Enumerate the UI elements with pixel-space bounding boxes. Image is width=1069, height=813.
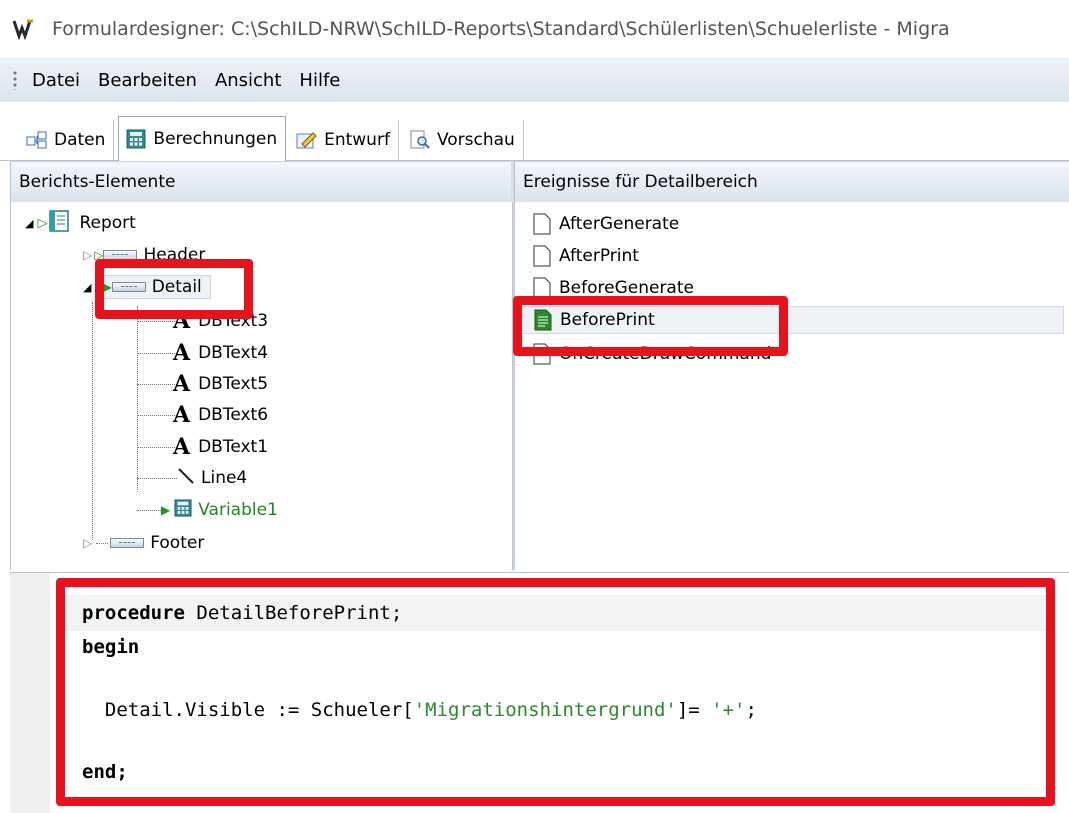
highlight-beforeprint [513,296,788,356]
design-pencil-icon [296,130,318,150]
events-list: AfterGenerate AfterPrint BeforeGenerate … [514,202,1069,570]
tree-guide-line [137,447,177,448]
tab-vorschau-label: Vorschau [436,130,515,150]
tree-guide-line [137,478,177,479]
menu-grip-icon[interactable] [12,70,18,90]
calculator-icon [174,498,192,522]
dbtext-icon: A [173,371,191,397]
report-icon [49,209,70,237]
event-label: BeforeGenerate [559,278,694,298]
tree-node-report[interactable]: ◢ ▷ Report [25,208,136,238]
expand-arrow-icon[interactable]: ◢ [83,281,91,294]
event-label: AfterPrint [559,246,639,266]
tree-guide-line [137,415,177,416]
collapsed-arrow-icon[interactable]: ▷ [83,248,92,262]
editor-gutter [10,573,50,813]
highlight-code [56,578,1055,806]
event-afterprint[interactable]: AfterPrint [533,242,639,270]
menu-datei[interactable]: Datei [26,66,86,95]
tree-node-label: Footer [150,533,205,553]
tree-guide-line [92,302,93,540]
tree-node-dbtext1[interactable]: A DBText1 [173,432,268,462]
left-pane-header: Berichts-Elemente [10,161,513,203]
dbtext-icon: A [173,402,191,428]
window-title: Formulardesigner: C:\SchILD-NRW\SchILD-R… [52,18,950,40]
collapsed-arrow-icon[interactable]: ▷ [83,536,92,550]
app-logo-icon[interactable] [10,15,38,43]
tree-node-line4[interactable]: Line4 [177,463,247,493]
band-icon [110,538,145,548]
tree-node-label: Report [79,213,136,233]
data-tables-icon [26,130,48,150]
tab-entwurf-label: Entwurf [324,130,390,150]
code-arrow-icon: ▶ [161,503,171,517]
menu-ansicht[interactable]: Ansicht [209,66,287,95]
line-icon [177,467,195,490]
tree-node-label: DBText5 [198,374,269,394]
tree-node-label: DBText1 [198,437,269,457]
tree-guide-line [96,542,109,544]
right-pane-header: Ereignisse für Detailbereich [514,161,1069,203]
left-pane-title: Berichts-Elemente [19,172,176,192]
tree-node-label: DBText6 [198,405,269,425]
tree-guide-line [137,384,177,385]
title-bar: Formulardesigner: C:\SchILD-NRW\SchILD-R… [0,0,1069,58]
tree-node-dbtext4[interactable]: A DBText4 [173,338,268,368]
dbtext-icon: A [173,340,191,366]
tab-berechnungen[interactable]: Berechnungen [118,116,287,161]
event-label: AfterGenerate [559,214,680,234]
tab-bar: Daten Berechnungen Entwurf Vorschau [0,102,1069,161]
tree-node-label: Line4 [201,468,248,488]
menu-bearbeiten[interactable]: Bearbeiten [92,66,203,95]
calculator-icon [125,129,147,149]
code-arrow-icon: ▷ [37,215,48,231]
tree-node-dbtext6[interactable]: A DBText6 [173,400,268,430]
right-pane-title: Ereignisse für Detailbereich [523,172,758,192]
tab-entwurf[interactable]: Entwurf [290,120,399,160]
menu-bar: Datei Bearbeiten Ansicht Hilfe [0,58,1069,103]
tree-node-dbtext5[interactable]: A DBText5 [173,369,268,399]
tab-daten[interactable]: Daten [20,120,115,160]
document-icon [533,213,551,235]
tab-daten-label: Daten [54,130,106,150]
tree-guide-line [137,321,177,322]
highlight-detail [95,259,253,319]
tree-node-variable1[interactable]: ▶ Variable1 [161,495,278,525]
document-icon [533,245,551,267]
tree-guide-line [137,353,177,354]
event-aftergenerate[interactable]: AfterGenerate [533,210,679,238]
tab-berechnungen-label: Berechnungen [153,129,278,149]
tree-guide-line [137,510,161,511]
tree-node-footer[interactable]: ▷ Footer [83,528,204,558]
tree-node-label: DBText4 [198,343,269,363]
preview-magnifier-icon [409,130,431,150]
menu-hilfe[interactable]: Hilfe [293,66,346,95]
report-tree: ◢ ▷ Report ▷ ▷ Header ◢ ▶ Detail A DBTex… [10,202,513,570]
tree-guide-line [137,306,138,492]
tab-vorschau[interactable]: Vorschau [403,120,524,160]
dbtext-icon: A [173,434,191,460]
tree-node-label: Variable1 [198,500,278,520]
expand-arrow-icon[interactable]: ◢ [25,217,33,230]
